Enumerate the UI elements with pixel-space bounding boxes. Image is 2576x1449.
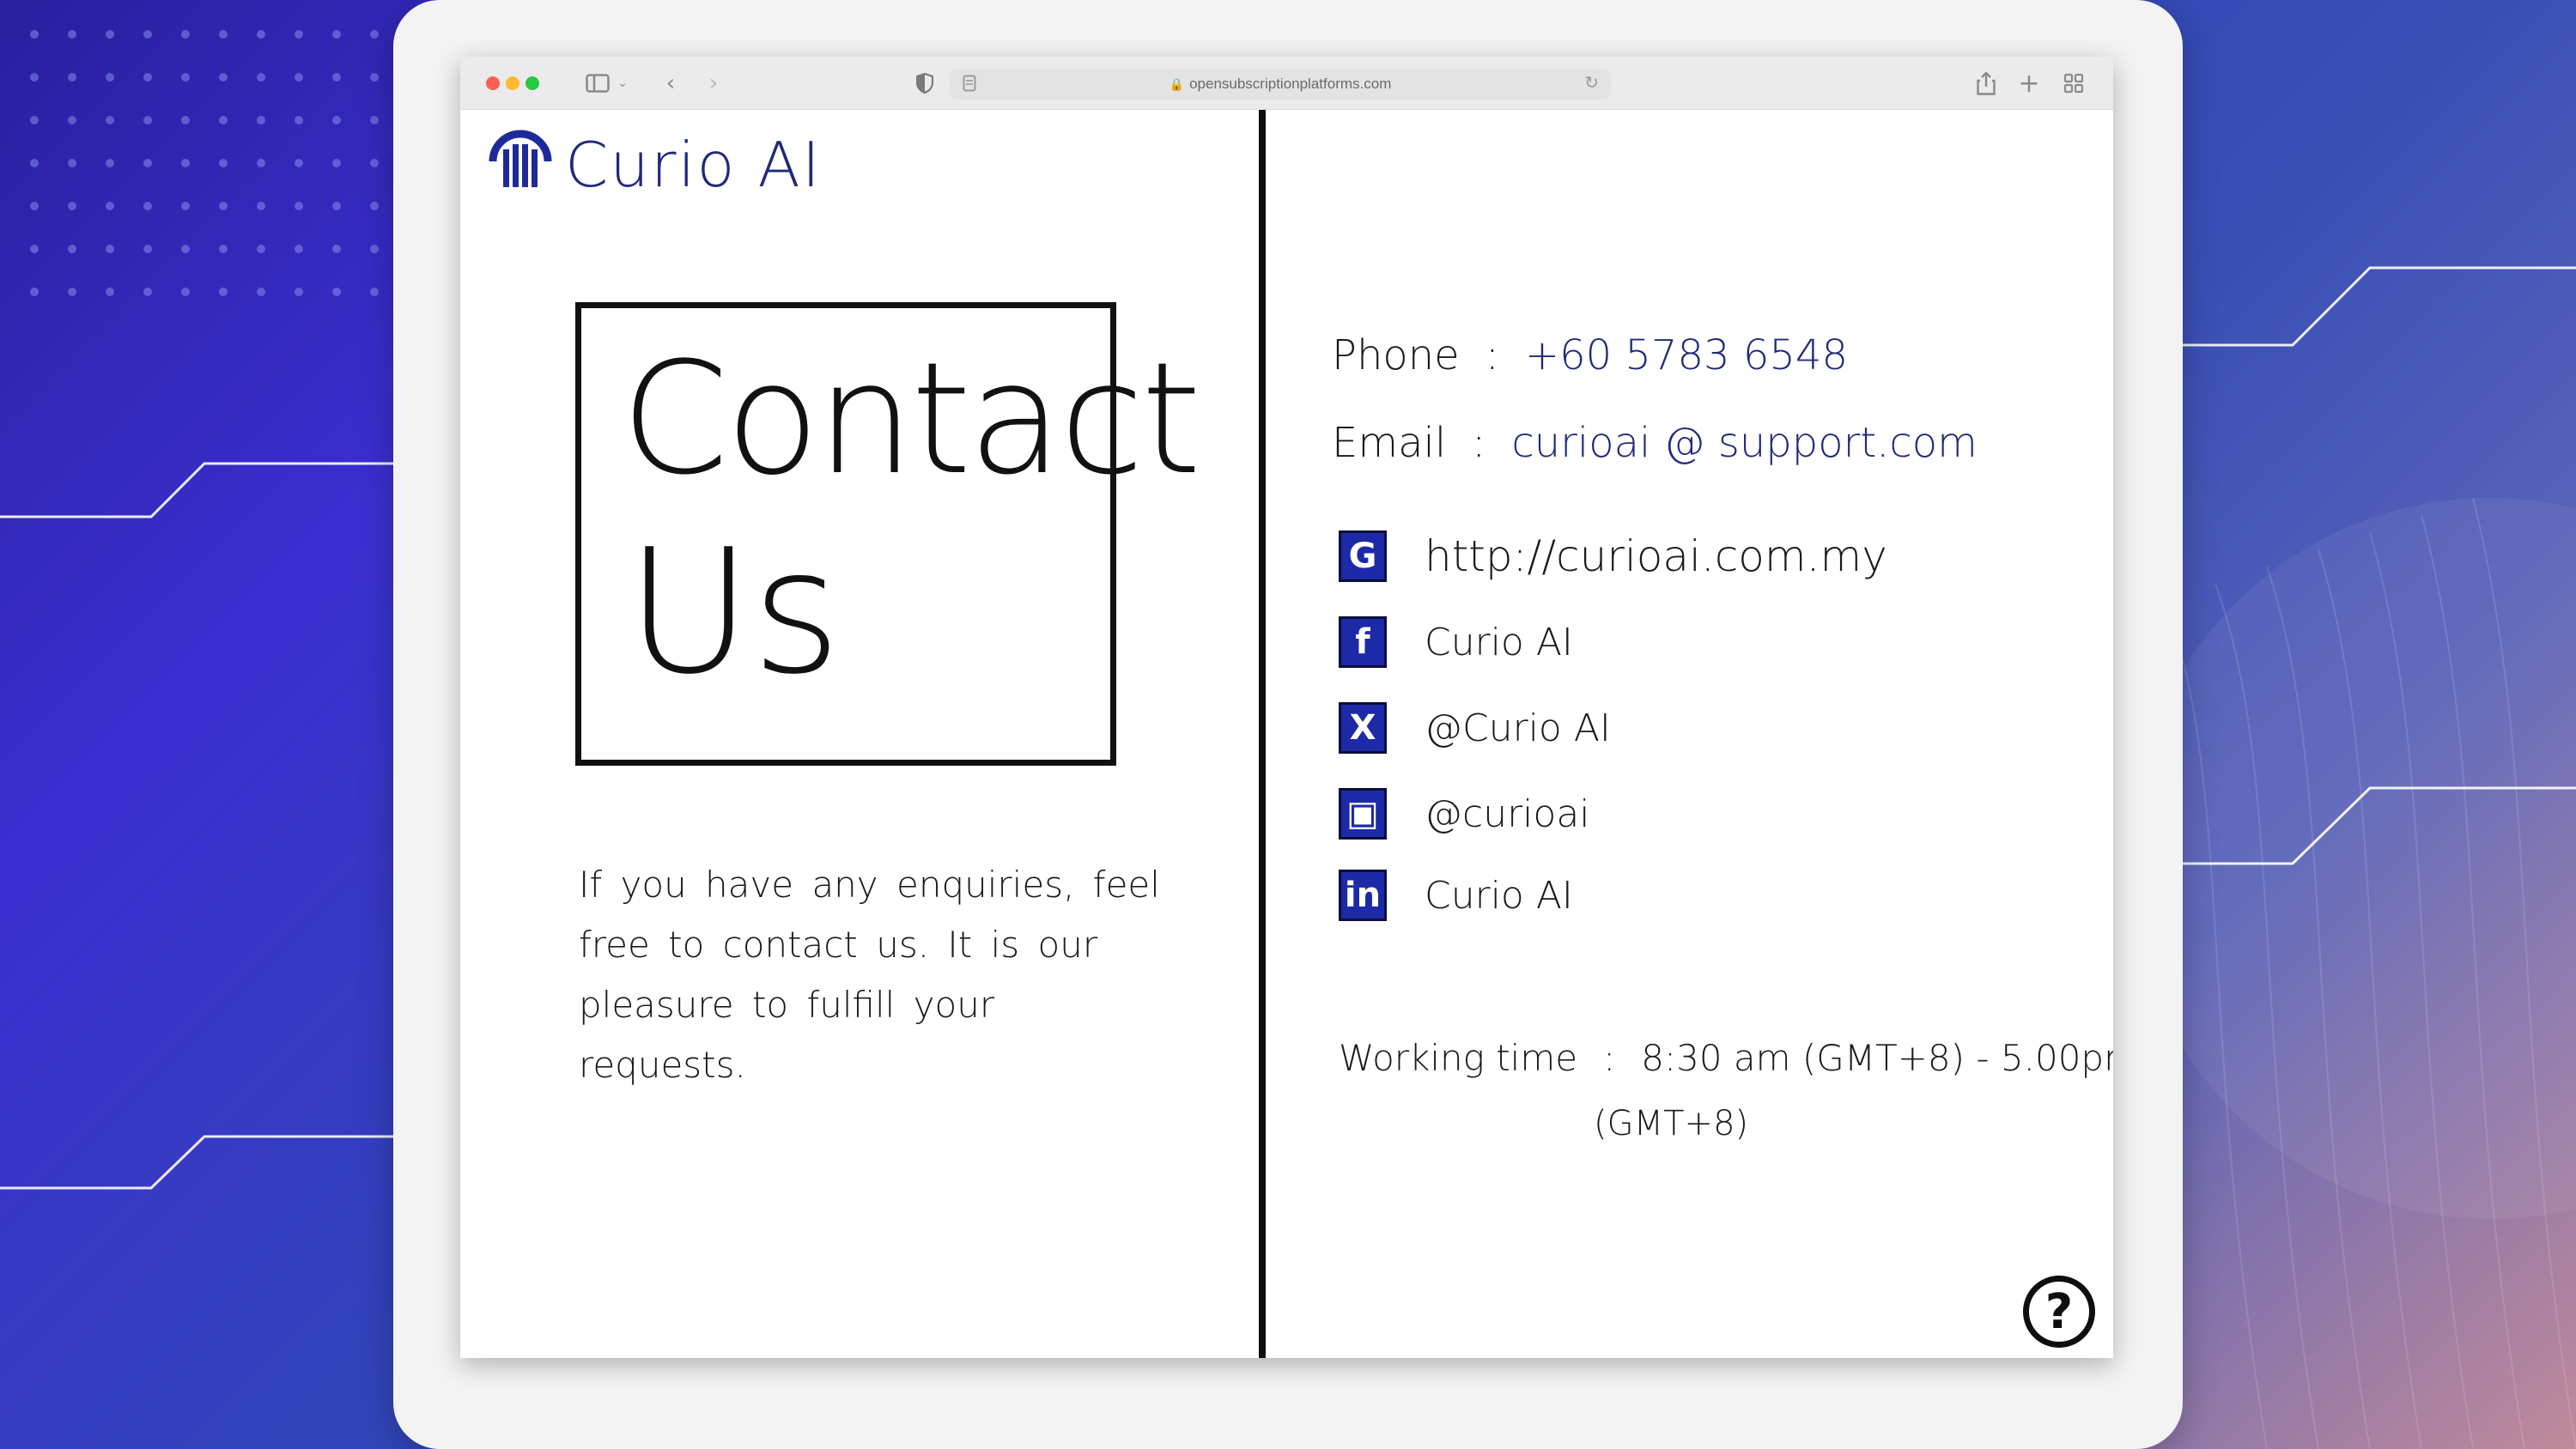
share-icon[interactable] — [1971, 69, 2001, 98]
intro-text: If you have any enquiries, feel free to … — [579, 864, 1160, 1086]
forward-button[interactable]: › — [701, 69, 726, 98]
working-time-label: Working time — [1339, 1037, 1578, 1079]
column-divider — [1259, 110, 1266, 1358]
working-time-row: Working time:8:30 am (GMT+8) - 5.00pm — [1339, 1037, 2113, 1079]
privacy-shield-icon[interactable] — [912, 69, 938, 98]
social-linkedin[interactable]: in Curio AI — [1339, 870, 1573, 921]
facebook-link[interactable]: Curio AI — [1425, 621, 1573, 664]
browser-toolbar: ⌄ ‹ › 🔒 opensubscriptionplatforms.com ↻ + — [460, 57, 2113, 110]
website-link[interactable]: http://curioai.com.my — [1425, 531, 1887, 581]
facebook-icon: f — [1339, 616, 1387, 668]
social-facebook[interactable]: f Curio AI — [1339, 616, 1573, 668]
linkedin-icon: in — [1339, 870, 1387, 921]
phone-label: Phone — [1332, 331, 1460, 379]
browser-window: ⌄ ‹ › 🔒 opensubscriptionplatforms.com ↻ + — [460, 57, 2113, 1358]
phone-row: Phone: +60 5783 6548 — [1332, 331, 1848, 379]
social-website[interactable]: G http://curioai.com.my — [1339, 530, 1887, 582]
phone-value[interactable]: +60 5783 6548 — [1525, 331, 1848, 379]
help-button[interactable]: ? — [2023, 1276, 2095, 1348]
instagram-link[interactable]: @curioai — [1425, 792, 1590, 836]
contact-heading-box: Contact Us — [575, 302, 1201, 766]
working-time-separator: : — [1603, 1037, 1616, 1079]
email-label: Email — [1332, 419, 1447, 467]
social-x[interactable]: X @Curio AI — [1339, 702, 1611, 754]
url-text: opensubscriptionplatforms.com — [1189, 76, 1392, 92]
reload-icon[interactable]: ↻ — [1584, 72, 1599, 93]
close-window-button[interactable] — [486, 76, 500, 90]
page-title-line2: Us — [626, 512, 841, 712]
curio-logo-icon — [489, 130, 552, 187]
social-instagram[interactable]: ▣ @curioai — [1339, 788, 1590, 840]
chevron-down-icon[interactable]: ⌄ — [615, 69, 630, 98]
url-display: 🔒 opensubscriptionplatforms.com — [950, 76, 1611, 93]
lock-icon: 🔒 — [1169, 77, 1185, 91]
zoom-window-button[interactable] — [526, 76, 539, 90]
brand-logo-text[interactable]: Curio AI — [565, 129, 822, 201]
instagram-icon: ▣ — [1339, 788, 1387, 840]
new-tab-icon[interactable]: + — [2014, 69, 2044, 99]
x-link[interactable]: @Curio AI — [1425, 706, 1611, 750]
working-time-value: 8:30 am (GMT+8) - 5.00pm — [1641, 1037, 2113, 1079]
back-button[interactable]: ‹ — [658, 69, 683, 98]
email-row: Email: curioai @ support.com — [1332, 419, 1978, 467]
google-icon: G — [1339, 530, 1387, 582]
working-time-timezone: (GMT+8) — [1594, 1104, 1749, 1143]
email-separator: : — [1472, 419, 1486, 467]
sidebar-toggle-icon[interactable] — [583, 69, 612, 98]
x-icon: X — [1339, 702, 1387, 754]
address-bar[interactable]: 🔒 opensubscriptionplatforms.com ↻ — [950, 69, 1611, 100]
tab-overview-icon[interactable] — [2059, 69, 2088, 98]
minimize-window-button[interactable] — [506, 76, 519, 90]
email-value[interactable]: curioai @ support.com — [1511, 419, 1978, 467]
page-content: Curio AI Contact Us If you have any enqu… — [460, 110, 2113, 1358]
linkedin-link[interactable]: Curio AI — [1425, 874, 1573, 918]
phone-separator: : — [1485, 331, 1499, 379]
page-title: Contact — [621, 330, 1201, 509]
